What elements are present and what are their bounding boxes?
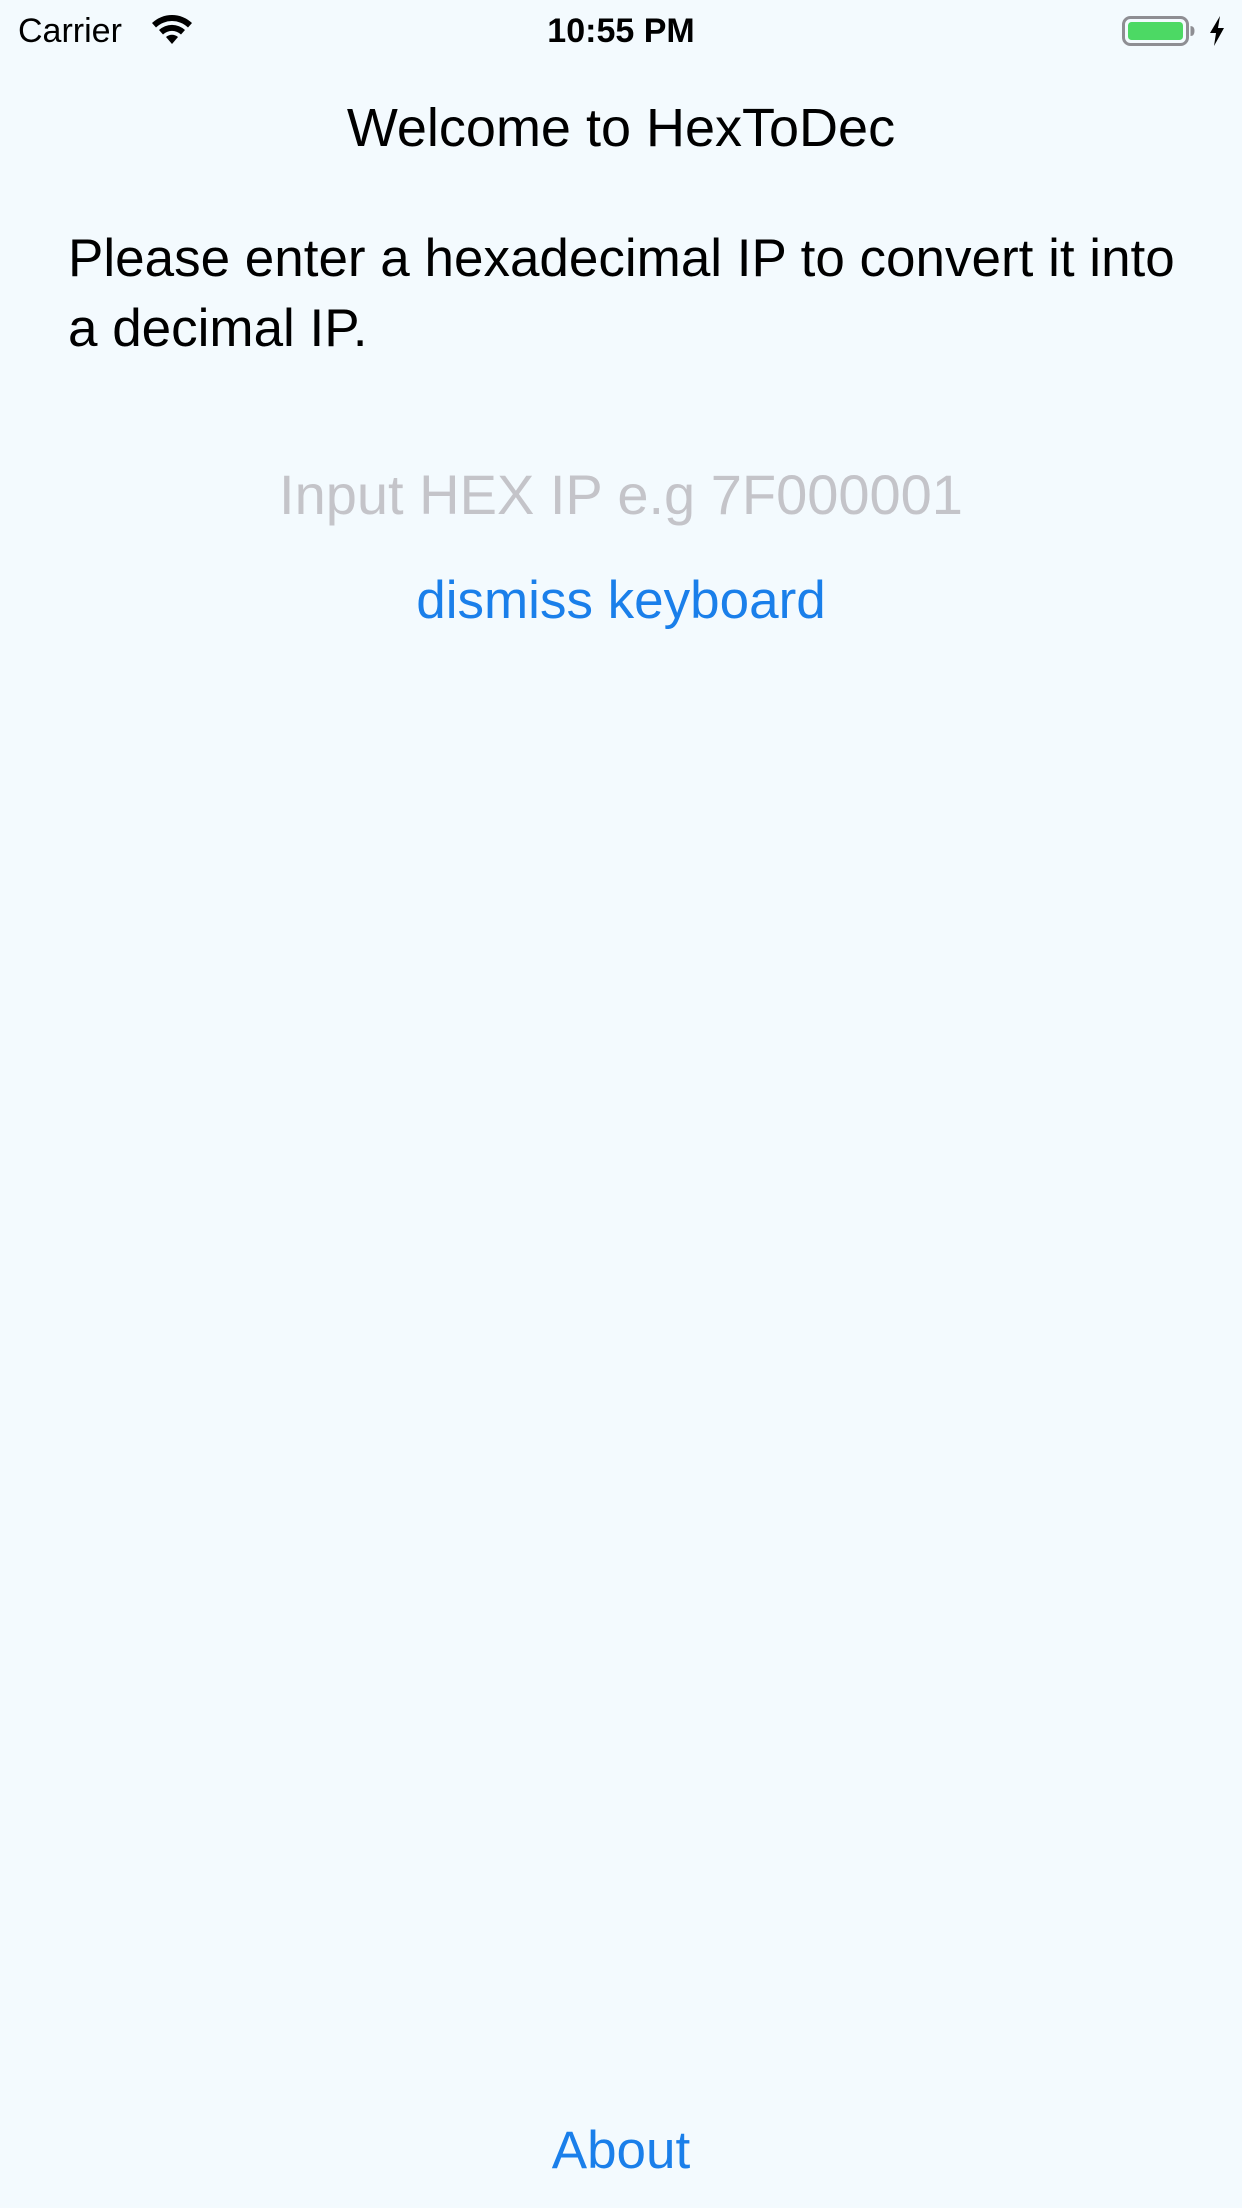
hex-ip-input[interactable] — [120, 454, 1122, 534]
battery-icon — [1122, 16, 1195, 46]
page-title: Welcome to HexToDec — [346, 98, 896, 158]
dismiss-keyboard-button[interactable]: dismiss keyboard — [0, 566, 1242, 636]
about-button[interactable]: About — [0, 2116, 1242, 2186]
instructions-text: Please enter a hexadecimal IP to convert… — [68, 229, 1175, 358]
status-time: 10:55 PM — [547, 12, 695, 50]
status-bar: Carrier 10:55 PM — [0, 0, 1242, 62]
charging-bolt-icon — [1210, 16, 1224, 46]
